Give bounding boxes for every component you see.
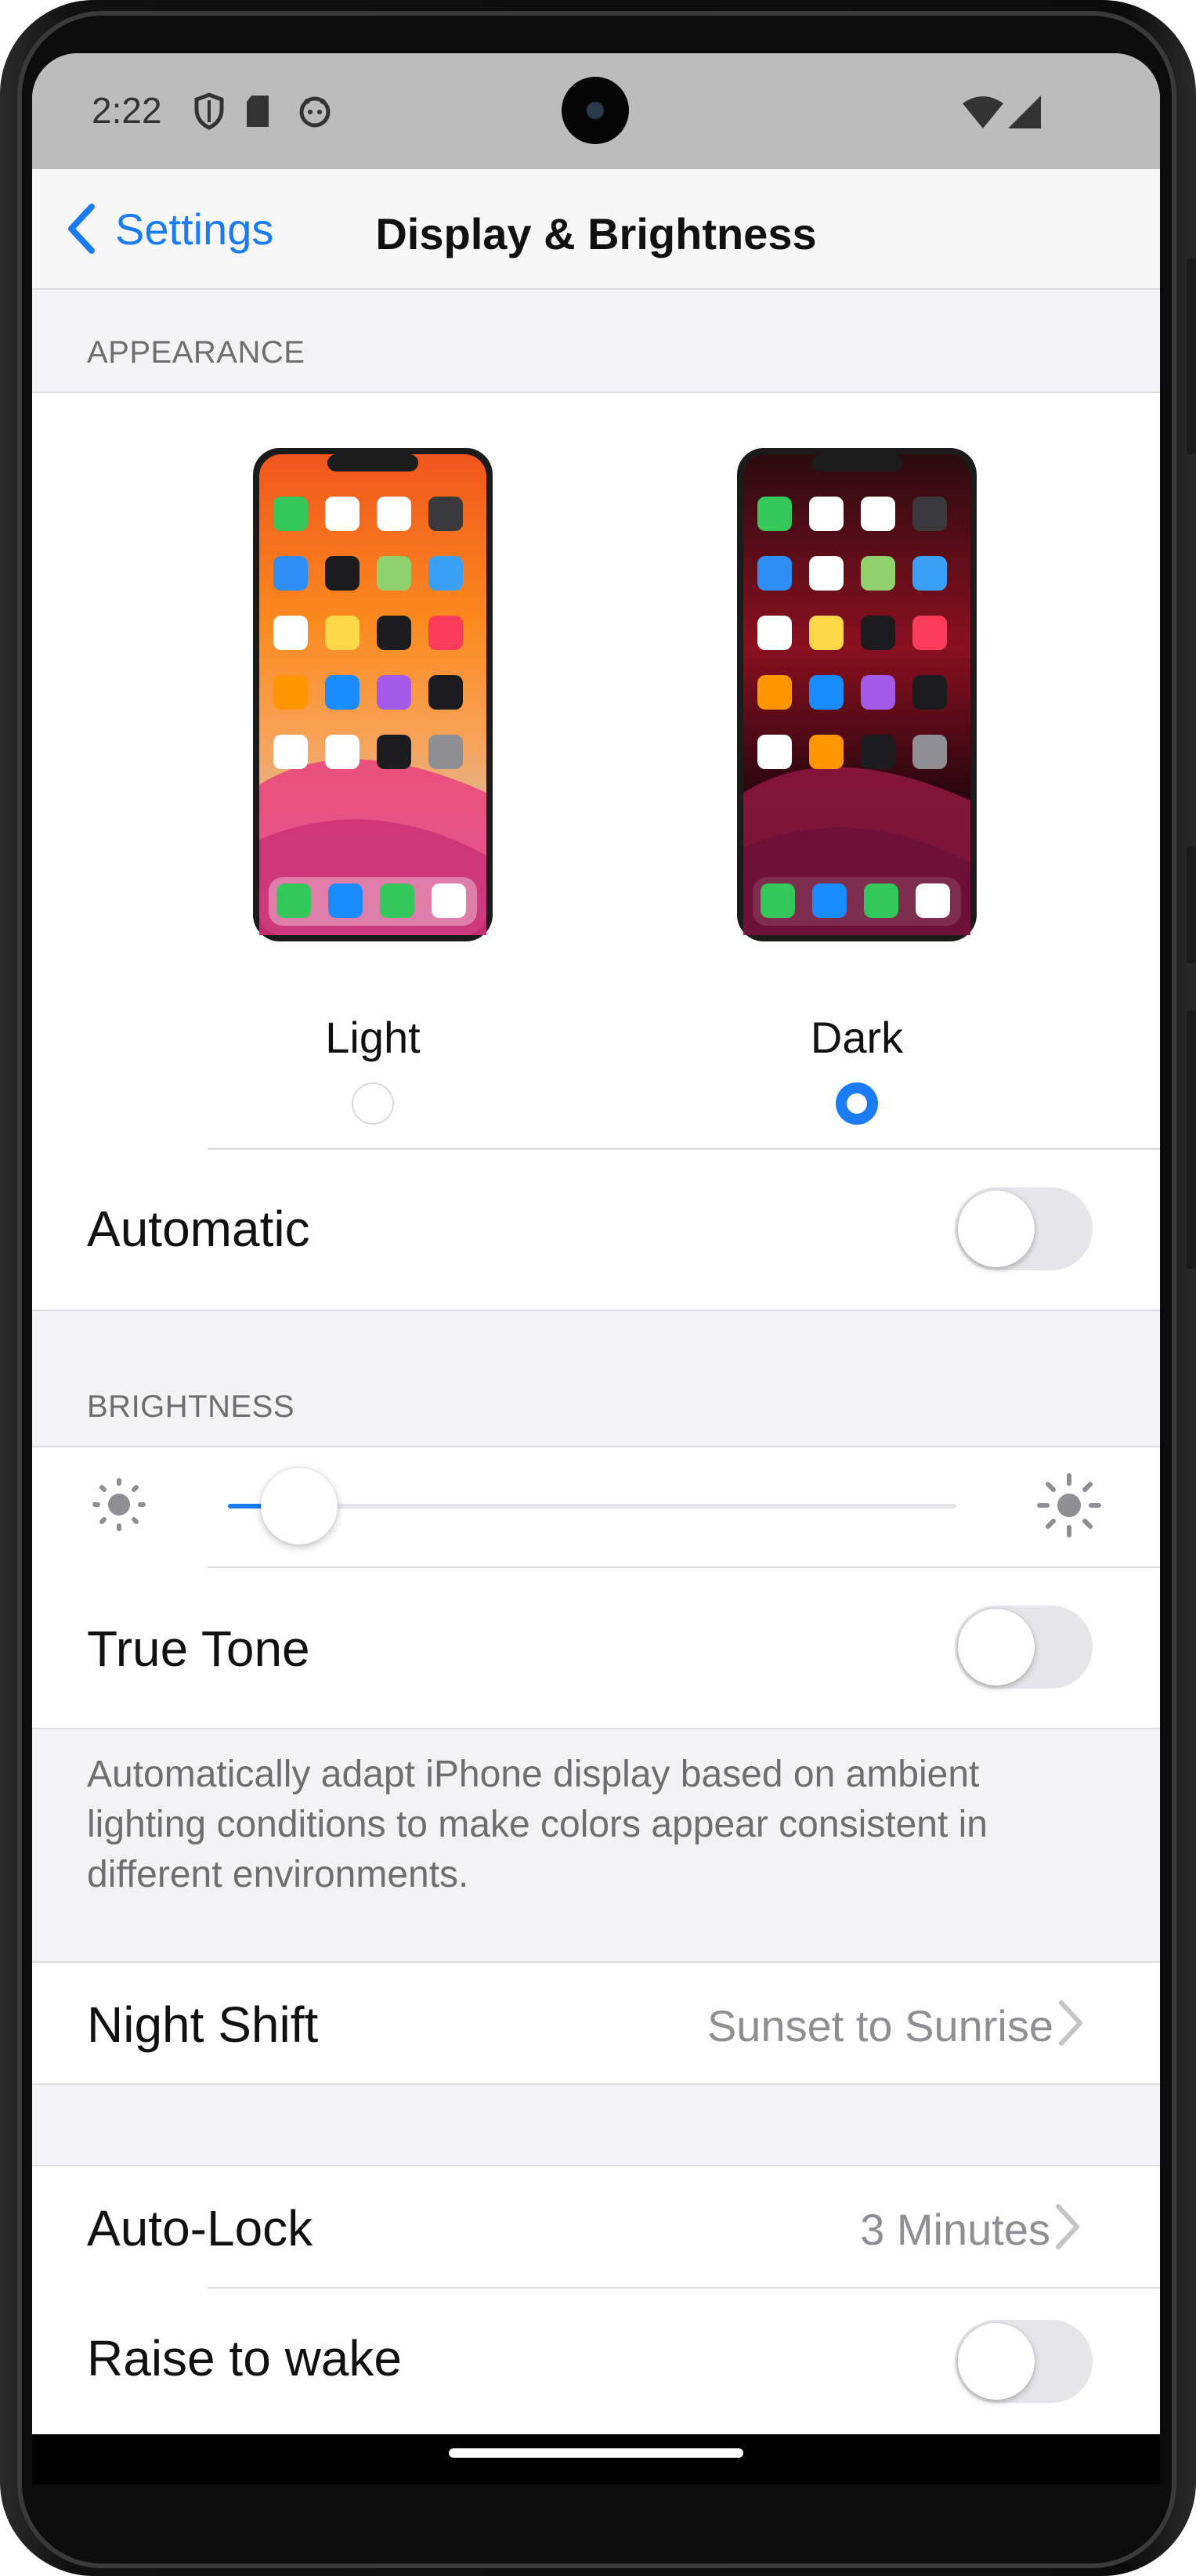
power-button — [1187, 846, 1196, 963]
true-tone-row: True Tone — [32, 1568, 1160, 1728]
lock-group: Auto-Lock 3 Minutes Raise to wake — [32, 2165, 1160, 2436]
shield-icon — [193, 92, 225, 134]
automatic-label: Automatic — [87, 1201, 310, 1257]
night-shift-row[interactable]: Night Shift Sunset to Sunrise — [32, 1961, 1160, 2085]
true-tone-label: True Tone — [87, 1620, 310, 1677]
android-icon — [297, 92, 333, 132]
light-label: Light — [325, 1013, 421, 1062]
brightness-high-icon — [1036, 1472, 1102, 1542]
appearance-header: APPEARANCE — [87, 335, 305, 370]
true-tone-footer: Automatically adapt iPhone display based… — [87, 1754, 988, 1895]
home-indicator[interactable] — [449, 2448, 743, 2458]
screen: 2:22 Settings Display & Brightness APPEA… — [32, 53, 1160, 2484]
automatic-row: Automatic — [32, 1150, 1160, 1310]
front-camera — [562, 77, 629, 144]
night-shift-value: Sunset to Sunrise — [706, 2001, 1053, 2050]
chevron-right-icon — [1055, 2000, 1086, 2047]
automatic-toggle[interactable] — [955, 1187, 1093, 1270]
brightness-low-icon — [92, 1477, 146, 1536]
raise-to-wake-row: Raise to wake — [32, 2289, 1160, 2436]
dark-mode-preview — [737, 448, 977, 941]
light-mode-preview — [253, 448, 493, 941]
brightness-header: BRIGHTNESS — [87, 1389, 295, 1424]
raise-to-wake-toggle[interactable] — [955, 2320, 1093, 2403]
appearance-option-dark[interactable]: Dark — [728, 393, 986, 1125]
page-title: Display & Brightness — [375, 209, 817, 258]
true-tone-toggle[interactable] — [955, 1606, 1093, 1689]
radio-selected-dot — [847, 1093, 867, 1114]
slider-thumb[interactable] — [260, 1468, 338, 1545]
auto-lock-label: Auto-Lock — [87, 2200, 313, 2256]
auto-lock-row[interactable]: Auto-Lock 3 Minutes — [32, 2166, 1160, 2287]
brightness-slider[interactable] — [228, 1447, 956, 1565]
volume-button — [1187, 258, 1196, 454]
side-button — [1187, 1010, 1196, 1269]
device-frame: 2:22 Settings Display & Brightness APPEA… — [0, 0, 1196, 2576]
dark-label: Dark — [810, 1013, 904, 1062]
auto-lock-value: 3 Minutes — [860, 2205, 1050, 2254]
appearance-option-light[interactable]: Light — [244, 393, 502, 1125]
brightness-group: True Tone — [32, 1446, 1160, 1729]
raise-to-wake-label: Raise to wake — [87, 2330, 402, 2386]
status-time: 2:22 — [92, 90, 162, 131]
status-bar: 2:22 — [32, 53, 1160, 169]
night-shift-label: Night Shift — [87, 1996, 319, 2053]
cellular-signal-icon — [1006, 94, 1042, 134]
chevron-right-icon — [1052, 2203, 1083, 2250]
light-radio[interactable] — [352, 1082, 394, 1125]
appearance-group: Light Dark Automatic — [32, 392, 1160, 1311]
wifi-icon — [961, 96, 1005, 134]
gesture-bar-area — [32, 2434, 1160, 2484]
navigation-bar: Settings Display & Brightness — [32, 169, 1160, 290]
dark-radio[interactable] — [836, 1082, 878, 1125]
sd-card-icon — [244, 94, 272, 132]
